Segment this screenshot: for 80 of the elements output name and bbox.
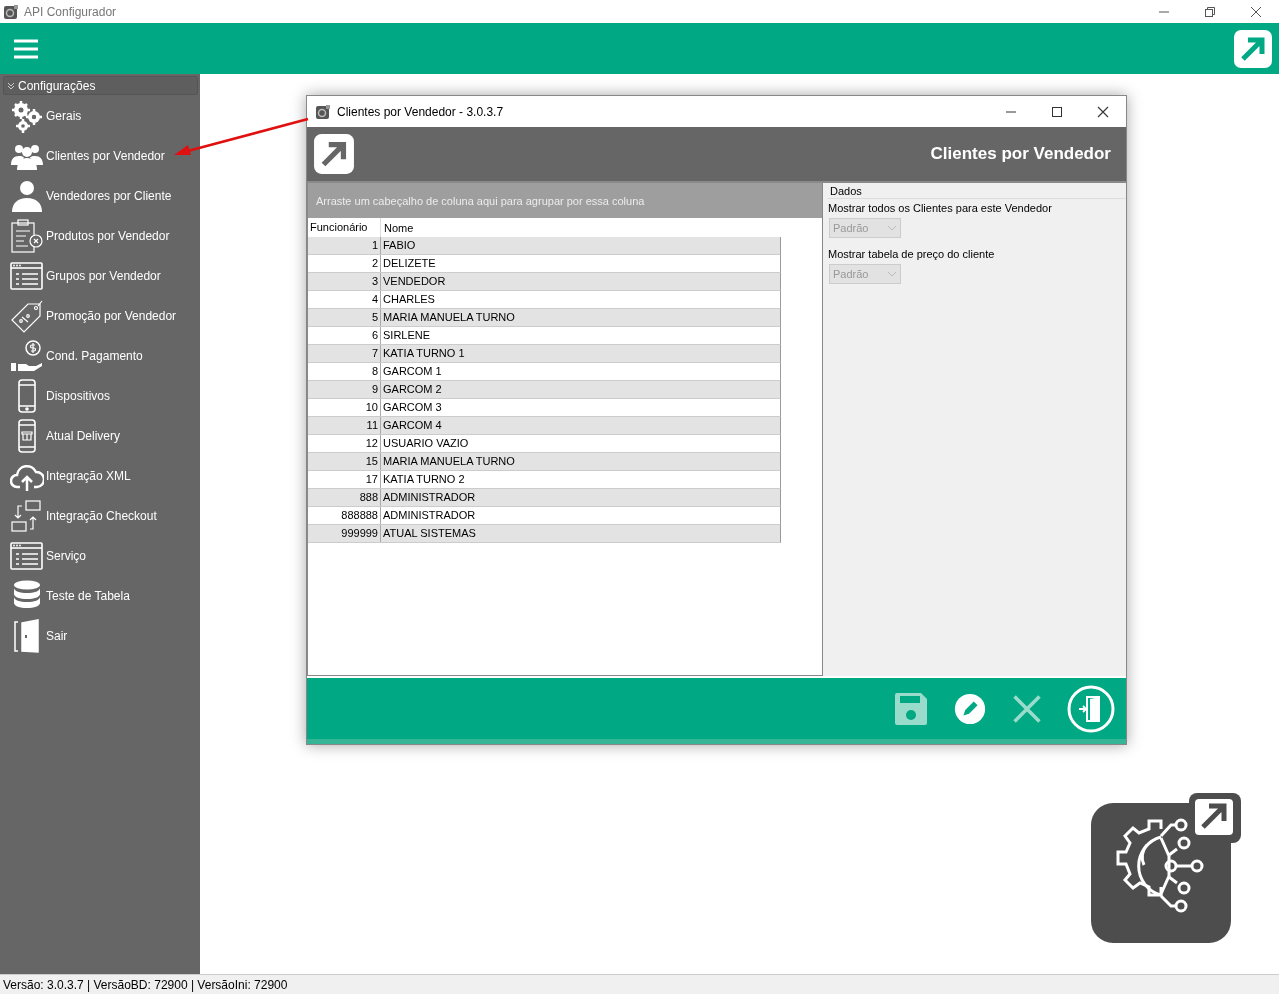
sidebar-item[interactable]: Cond. Pagamento — [0, 336, 200, 376]
pencil-icon — [953, 691, 987, 726]
field-label: Mostrar tabela de preço do cliente — [828, 248, 996, 260]
app-icon — [315, 103, 331, 120]
dialog-title: Clientes por Vendedor - 3.0.3.7 — [337, 104, 505, 119]
table-cell-text: KATIA TURNO 2 — [382, 472, 465, 487]
close-icon[interactable] — [1250, 5, 1262, 18]
table-cell-text: ADMINISTRADOR — [382, 490, 476, 505]
table-cell: 5 — [308, 309, 381, 326]
person-icon — [10, 179, 44, 213]
list-window-icon — [10, 539, 44, 573]
sidebar-item[interactable]: Atual Delivery — [0, 416, 200, 456]
table-cell: 2 — [308, 255, 381, 272]
table-cell-text: GARCOM 1 — [382, 364, 442, 379]
table-cell: 10 — [308, 399, 381, 416]
table-cell: 888888 — [308, 507, 381, 524]
sync-icon — [10, 499, 44, 533]
table-cell-text: KATIA TURNO 1 — [382, 346, 465, 361]
table-cell-text: FABIO — [382, 238, 416, 253]
sidebar-item[interactable]: Produtos por Vendedor — [0, 216, 200, 256]
list-window-icon — [10, 259, 44, 293]
clipboard-icon — [10, 219, 44, 253]
table-cell-text: GARCOM 4 — [382, 418, 442, 433]
table-cell-text: MARIA MANUELA TURNO — [382, 454, 515, 469]
table-cell: 999999 — [308, 525, 381, 542]
table-cell-text: CHARLES — [382, 292, 435, 307]
table-cell-text: SIRLENE — [382, 328, 431, 343]
table-cell: 1 — [308, 237, 381, 254]
table-cell: 17 — [308, 471, 381, 488]
sidebar-item[interactable]: Integração XML — [0, 456, 200, 496]
sidebar-item[interactable]: Gerais — [0, 96, 200, 136]
sidebar-item[interactable]: Vendedores por Cliente — [0, 176, 200, 216]
table-cell: 6 — [308, 327, 381, 344]
close-icon[interactable] — [1097, 105, 1109, 118]
column-header[interactable]: Nome — [381, 221, 414, 234]
table-cell: 12 — [308, 435, 381, 452]
sidebar-item[interactable]: Dispositivos — [0, 376, 200, 416]
sidebar-item[interactable]: Teste de Tabela — [0, 576, 200, 616]
status-text: Versão: 3.0.3.7 | VersãoBD: 72900 | VersãoIni: 72900 — [3, 977, 288, 992]
table-cell: 9 — [308, 381, 381, 398]
sidebar-item[interactable]: Sair — [0, 616, 200, 656]
maximize-icon[interactable] — [1051, 105, 1063, 118]
table-cell: 888 — [308, 489, 381, 506]
tag-icon — [10, 299, 44, 333]
field-label: Mostrar todos os Clientes para este Vendedor — [828, 202, 1053, 214]
table-cell-text: GARCOM 2 — [382, 382, 442, 397]
section-header[interactable]: Configurações — [3, 76, 198, 95]
table-cell: 7 — [308, 345, 381, 362]
table-cell: 8 — [308, 363, 381, 380]
table-cell: 15 — [308, 453, 381, 470]
sidebar-item[interactable]: Serviço — [0, 536, 200, 576]
sidebar-item[interactable]: Grupos por Vendedor — [0, 256, 200, 296]
chevron-down-icon — [887, 225, 897, 231]
sidebar-item[interactable]: Integração Checkout — [0, 496, 200, 536]
logo-icon — [1233, 28, 1273, 69]
coin-hand-icon — [10, 339, 44, 373]
menu-icon[interactable] — [14, 38, 38, 59]
restore-icon[interactable] — [1204, 5, 1216, 18]
save-icon — [893, 690, 929, 727]
sidebar-item[interactable]: Clientes por Vendedor — [0, 136, 200, 176]
table-cell-text: VENDEDOR — [382, 274, 446, 289]
sidebar-item[interactable]: Promoção por Vendedor — [0, 296, 200, 336]
chevron-down-icon — [887, 271, 897, 277]
group-title: Dados — [828, 185, 1126, 199]
table-cell: 4 — [308, 291, 381, 308]
logo-icon — [313, 133, 355, 175]
table-cell-text: ADMINISTRADOR — [382, 508, 476, 523]
dialog-heading: Clientes por Vendedor — [930, 144, 1111, 164]
table-cell: 3 — [308, 273, 381, 290]
gears-icon — [10, 99, 44, 133]
table-cell-text: MARIA MANUELA TURNO — [382, 310, 515, 325]
table-cell: 11 — [308, 417, 381, 434]
table-cell-text: DELIZETE — [382, 256, 436, 271]
window-title: API Configurador — [24, 4, 118, 19]
exit-door-icon — [1067, 684, 1115, 733]
table-cell-text: ATUAL SISTEMAS — [382, 526, 476, 541]
group-hint: Arraste um cabeçalho de coluna aqui para agrupar por essa coluna — [308, 183, 822, 218]
app-icon — [3, 3, 19, 20]
table-cell-text: USUARIO VAZIO — [382, 436, 469, 451]
table-cell-text: GARCOM 3 — [382, 400, 442, 415]
